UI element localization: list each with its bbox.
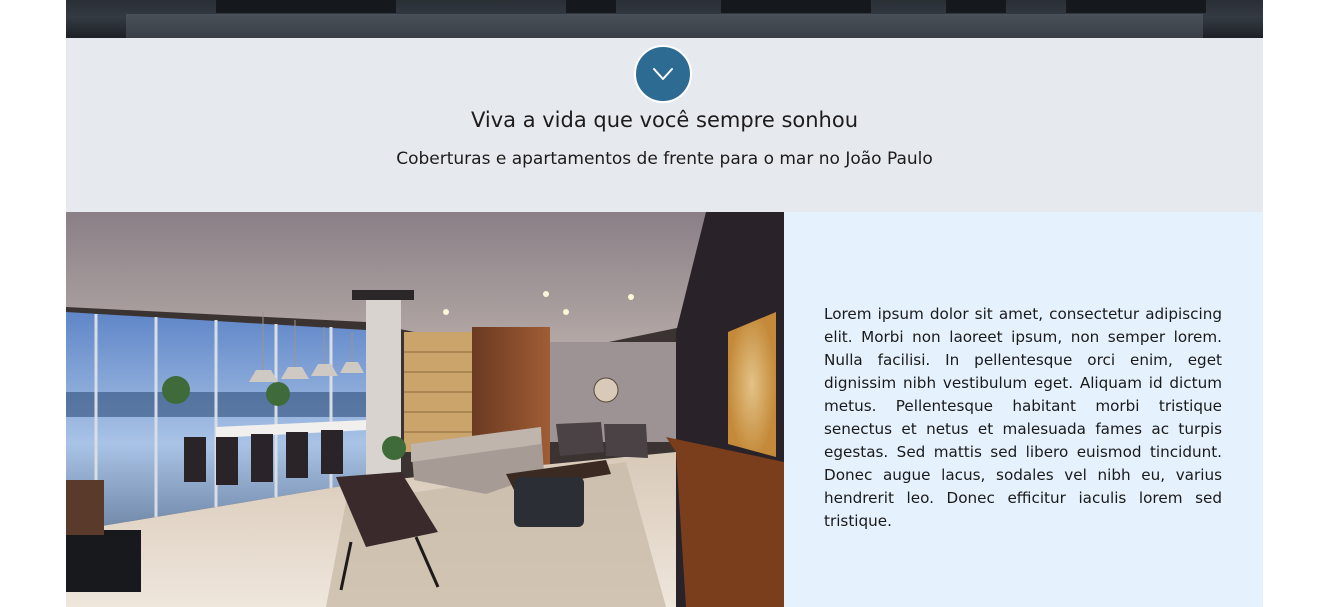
section-subheadline: Coberturas e apartamentos de frente para… — [396, 149, 933, 169]
scroll-down-button[interactable] — [634, 45, 692, 103]
feature-text-panel: Lorem ipsum dolor sit amet, consectetur … — [784, 212, 1263, 607]
hero-window — [216, 0, 396, 13]
living-room-photo — [66, 212, 784, 607]
section-headline: Viva a vida que você sempre sonhou — [470, 108, 859, 132]
feature-description: Lorem ipsum dolor sit amet, consectetur … — [824, 305, 1222, 530]
chevron-down-icon — [653, 68, 673, 80]
intro-section: Viva a vida que você sempre sonhou Cober… — [66, 38, 1263, 212]
hero-window — [721, 0, 871, 13]
hero-image-bottom — [66, 0, 1263, 38]
living-room-illustration — [66, 212, 784, 607]
hero-window — [946, 0, 1006, 13]
content-container: Viva a vida que você sempre sonhou Cober… — [66, 0, 1263, 607]
hero-window — [1066, 0, 1206, 13]
hero-building-ledge — [126, 14, 1203, 38]
page: Viva a vida que você sempre sonhou Cober… — [0, 0, 1329, 607]
hero-window — [566, 0, 616, 13]
